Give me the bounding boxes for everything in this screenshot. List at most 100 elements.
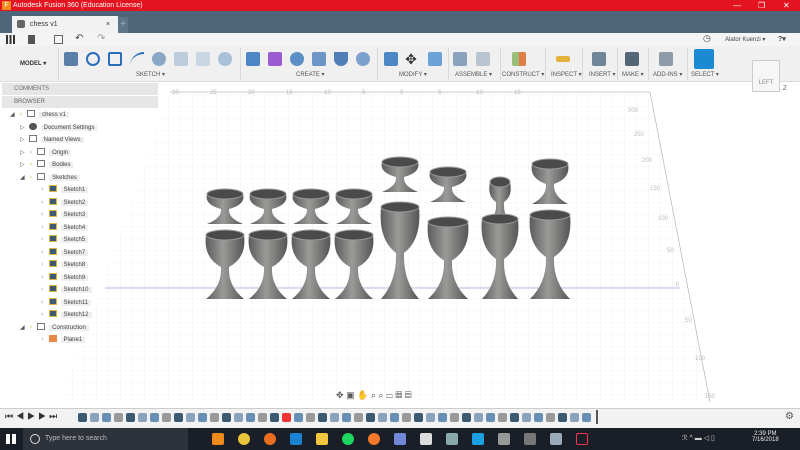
timeline-feature[interactable]: [510, 413, 519, 422]
expand-toggle-icon[interactable]: ◢: [20, 175, 25, 181]
tree-item-named-views[interactable]: ▷ Named Views: [20, 135, 84, 146]
timeline-feature[interactable]: [546, 413, 555, 422]
visibility-bulb-icon[interactable]: ♀: [40, 300, 45, 306]
timeline-feature[interactable]: [522, 413, 531, 422]
measure-icon[interactable]: [556, 56, 570, 62]
timeline-feature[interactable]: [174, 413, 183, 422]
move-icon[interactable]: ✥: [404, 52, 418, 66]
cura-icon[interactable]: [472, 433, 484, 445]
visibility-bulb-icon[interactable]: ♀: [40, 225, 45, 231]
expand-toggle-icon[interactable]: ▷: [20, 150, 25, 156]
tree-item-sketch[interactable]: ♀ Sketch9: [40, 272, 89, 284]
timeline-feature[interactable]: [246, 413, 255, 422]
timeline-feature[interactable]: [282, 413, 291, 422]
user-menu[interactable]: Alator Kuenzi ▾: [725, 36, 765, 43]
timeline-marker[interactable]: [596, 410, 598, 424]
timeline-feature[interactable]: [378, 413, 387, 422]
insert-image-icon[interactable]: [592, 52, 606, 66]
timeline-feature[interactable]: [210, 413, 219, 422]
visibility-bulb-icon[interactable]: ♀: [40, 312, 45, 318]
redo-icon[interactable]: ↷: [97, 33, 105, 44]
chrome-icon[interactable]: [238, 433, 250, 445]
visibility-bulb-icon[interactable]: ♀: [29, 150, 34, 156]
tree-item-sketch[interactable]: ♀ Sketch2: [40, 197, 89, 209]
timeline-feature[interactable]: [330, 413, 339, 422]
expand-toggle-icon[interactable]: ▷: [20, 162, 25, 168]
timeline-feature[interactable]: [366, 413, 375, 422]
timeline-feature[interactable]: [486, 413, 495, 422]
inspect-menu[interactable]: INSPECT ▾: [551, 71, 582, 78]
visibility-bulb-icon[interactable]: ♀: [40, 187, 45, 193]
tree-item-construction[interactable]: ◢ ♀ Construction: [20, 322, 89, 334]
file-icon[interactable]: [28, 35, 35, 44]
timeline-feature[interactable]: [162, 413, 171, 422]
firefox-icon[interactable]: [264, 433, 276, 445]
tree-item-sketch[interactable]: ♀ Sketch7: [40, 247, 89, 259]
expand-toggle-icon[interactable]: ▷: [20, 137, 25, 143]
tree-item-bodies[interactable]: ▷ ♀ Bodies: [20, 160, 74, 171]
tree-item-sketch[interactable]: ♀ Sketch5: [40, 235, 89, 246]
spotify-icon[interactable]: [342, 433, 354, 445]
visibility-bulb-icon[interactable]: ♀: [40, 200, 45, 206]
timeline-feature[interactable]: [186, 413, 195, 422]
circle-icon[interactable]: [152, 52, 166, 66]
display-settings-icon[interactable]: ▭: [386, 390, 393, 400]
make-menu[interactable]: MAKE ▾: [622, 71, 644, 78]
timeline-settings-icon[interactable]: ⚙: [785, 411, 794, 422]
timeline-feature[interactable]: [534, 413, 543, 422]
plane-icon[interactable]: [512, 52, 526, 66]
store-icon[interactable]: [420, 433, 432, 445]
timeline-feature[interactable]: [306, 413, 315, 422]
start-button[interactable]: [6, 434, 16, 444]
timeline-feature[interactable]: [474, 413, 483, 422]
offset-icon[interactable]: [174, 52, 188, 66]
expand-toggle-icon[interactable]: ◢: [20, 325, 25, 331]
job-status-icon[interactable]: ◷: [703, 33, 711, 44]
timeline-feature[interactable]: [402, 413, 411, 422]
app2-icon[interactable]: [524, 433, 536, 445]
timeline-feature[interactable]: [570, 413, 579, 422]
apps-grid-icon[interactable]: [6, 35, 15, 44]
visibility-bulb-icon[interactable]: ♀: [40, 287, 45, 293]
app-icon[interactable]: [446, 433, 458, 445]
tree-item-sketch[interactable]: ♀ Sketch11: [40, 297, 92, 309]
tree-item-plane[interactable]: ♀ Plane1: [40, 335, 86, 346]
maximize-button[interactable]: ❐: [758, 0, 765, 11]
orbit-icon[interactable]: ✥: [336, 390, 344, 400]
visibility-bulb-icon[interactable]: ♀: [19, 112, 24, 118]
sweep-icon[interactable]: [312, 52, 326, 66]
combine-icon[interactable]: [428, 52, 442, 66]
timeline-feature[interactable]: [390, 413, 399, 422]
visibility-bulb-icon[interactable]: ♀: [40, 262, 45, 268]
tree-item-origin[interactable]: ▷ ♀ Origin: [20, 147, 72, 159]
comments-panel-header[interactable]: COMMENTS: [2, 83, 158, 95]
tree-item-sketch[interactable]: ♀ Sketch4: [40, 222, 89, 234]
sketch-menu[interactable]: SKETCH ▾: [136, 71, 165, 78]
pattern-icon[interactable]: [218, 52, 232, 66]
blender-icon[interactable]: [368, 433, 380, 445]
workspace-switcher[interactable]: MODEL ▾: [20, 60, 46, 67]
system-tray-icons[interactable]: ℛ ^ ▬ ◁ ▯: [682, 434, 715, 442]
view-cube-face[interactable]: LEFT: [759, 80, 774, 86]
save-icon[interactable]: [54, 35, 63, 44]
timeline-feature[interactable]: [354, 413, 363, 422]
new-tab-button[interactable]: +: [118, 17, 128, 33]
3d-print-icon[interactable]: [625, 52, 639, 66]
form-icon[interactable]: [268, 52, 282, 66]
clock[interactable]: 2:39 PM 7/16/2018: [752, 431, 779, 443]
mirror-icon[interactable]: [196, 52, 210, 66]
visibility-bulb-icon[interactable]: ♀: [40, 337, 45, 343]
tree-item-sketch[interactable]: ♀ Sketch10: [40, 285, 92, 296]
tree-root[interactable]: ◢ ♀ chess v1: [10, 110, 69, 121]
timeline-feature[interactable]: [102, 413, 111, 422]
visibility-bulb-icon[interactable]: ♀: [29, 325, 34, 331]
timeline-feature[interactable]: [414, 413, 423, 422]
taskbar-search-box[interactable]: Type here to search: [23, 428, 188, 450]
zoom-icon[interactable]: ⌕: [371, 390, 376, 400]
view-cube[interactable]: LEFT: [752, 60, 780, 92]
visibility-bulb-icon[interactable]: ♀: [29, 162, 34, 168]
timeline-feature[interactable]: [462, 413, 471, 422]
add-ins-menu[interactable]: ADD-INS ▾: [653, 71, 682, 78]
file-explorer-icon[interactable]: [316, 433, 328, 445]
timeline-feature[interactable]: [582, 413, 591, 422]
